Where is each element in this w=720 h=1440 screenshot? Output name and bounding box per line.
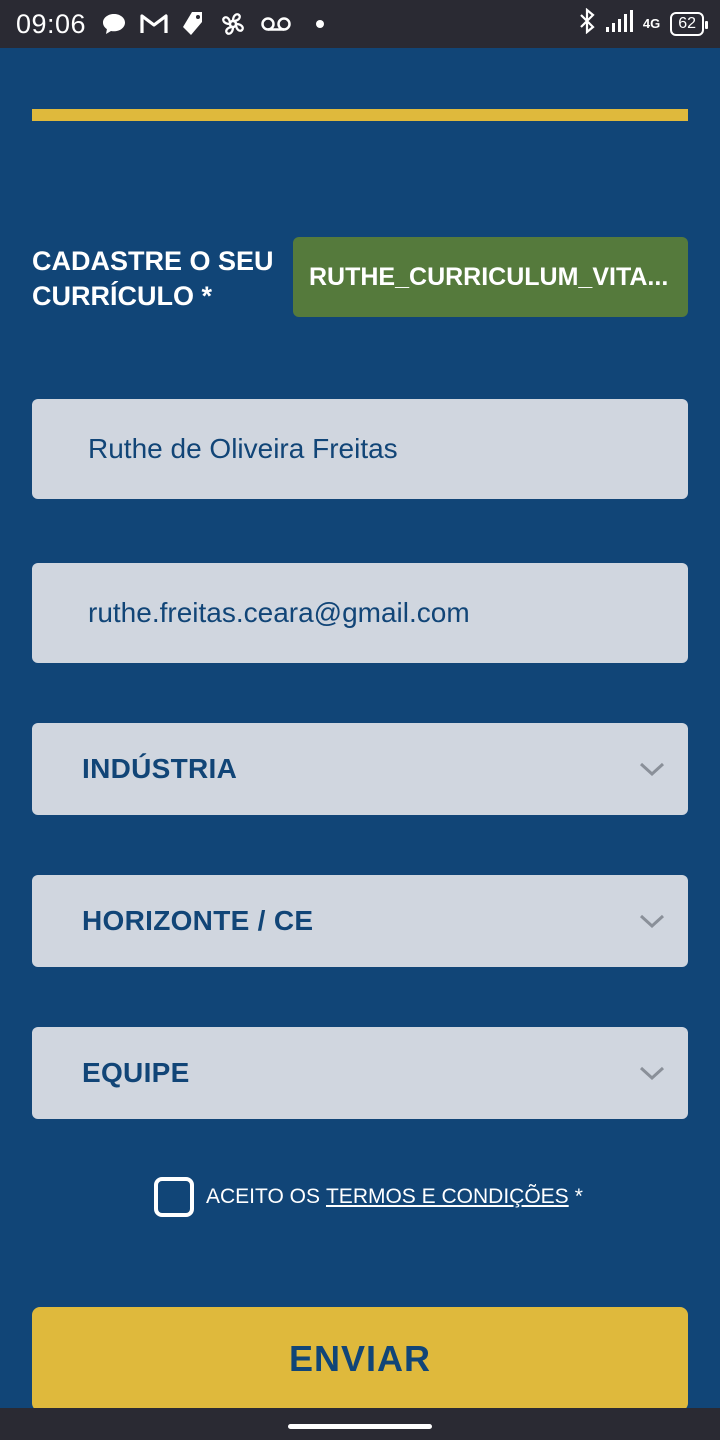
- terms-checkbox[interactable]: [154, 1177, 194, 1217]
- team-select[interactable]: EQUIPE: [32, 1027, 688, 1119]
- system-icons: 4G 62: [579, 7, 708, 40]
- submit-button[interactable]: ENVIAR: [32, 1307, 688, 1411]
- more-notifications-dot: [316, 20, 325, 28]
- terms-link[interactable]: TERMOS E CONDIÇÕES: [326, 1185, 569, 1209]
- header-accent-line: [32, 109, 688, 121]
- pinwheel-icon: [220, 11, 246, 37]
- home-gesture-handle[interactable]: [288, 1424, 432, 1429]
- chevron-down-icon: [639, 914, 665, 929]
- chevron-down-icon: [639, 762, 665, 777]
- email-value: ruthe.freitas.ceara@gmail.com: [88, 597, 470, 628]
- terms-prefix: ACEITO OS: [206, 1185, 320, 1208]
- terms-row: ACEITO OS TERMOS E CONDIÇÕES *: [154, 1177, 583, 1217]
- notification-icons: [102, 11, 325, 37]
- name-value: Ruthe de Oliveira Freitas: [88, 433, 398, 464]
- status-time: 09:06: [16, 8, 87, 39]
- chat-bubble-icon: [102, 13, 126, 35]
- gmail-icon: [140, 13, 168, 35]
- area-select[interactable]: INDÚSTRIA: [32, 723, 688, 815]
- area-select-value: INDÚSTRIA: [82, 753, 238, 784]
- cv-upload-label: CADASTRE O SEU CURRÍCULO *: [32, 246, 274, 311]
- city-select[interactable]: HORIZONTE / CE: [32, 875, 688, 967]
- name-field[interactable]: Ruthe de Oliveira Freitas: [32, 399, 688, 499]
- tag-icon: [182, 11, 206, 37]
- city-select-value: HORIZONTE / CE: [82, 905, 314, 936]
- voicemail-icon: [260, 16, 292, 32]
- network-type: 4G: [642, 16, 661, 31]
- team-select-value: EQUIPE: [82, 1057, 190, 1088]
- signal-icon: [605, 9, 633, 39]
- battery-icon: 62: [670, 12, 708, 36]
- cv-file-name: RUTHE_CURRICULUM_VITA...: [309, 262, 669, 291]
- terms-required-mark: *: [574, 1185, 583, 1208]
- email-field[interactable]: ruthe.freitas.ceara@gmail.com: [32, 563, 688, 663]
- chevron-down-icon: [639, 1066, 665, 1081]
- status-bar: 09:06 4G 62: [0, 0, 720, 48]
- cv-upload-button[interactable]: RUTHE_CURRICULUM_VITA...: [293, 237, 688, 317]
- battery-level: 62: [678, 15, 696, 32]
- bluetooth-icon: [579, 7, 595, 40]
